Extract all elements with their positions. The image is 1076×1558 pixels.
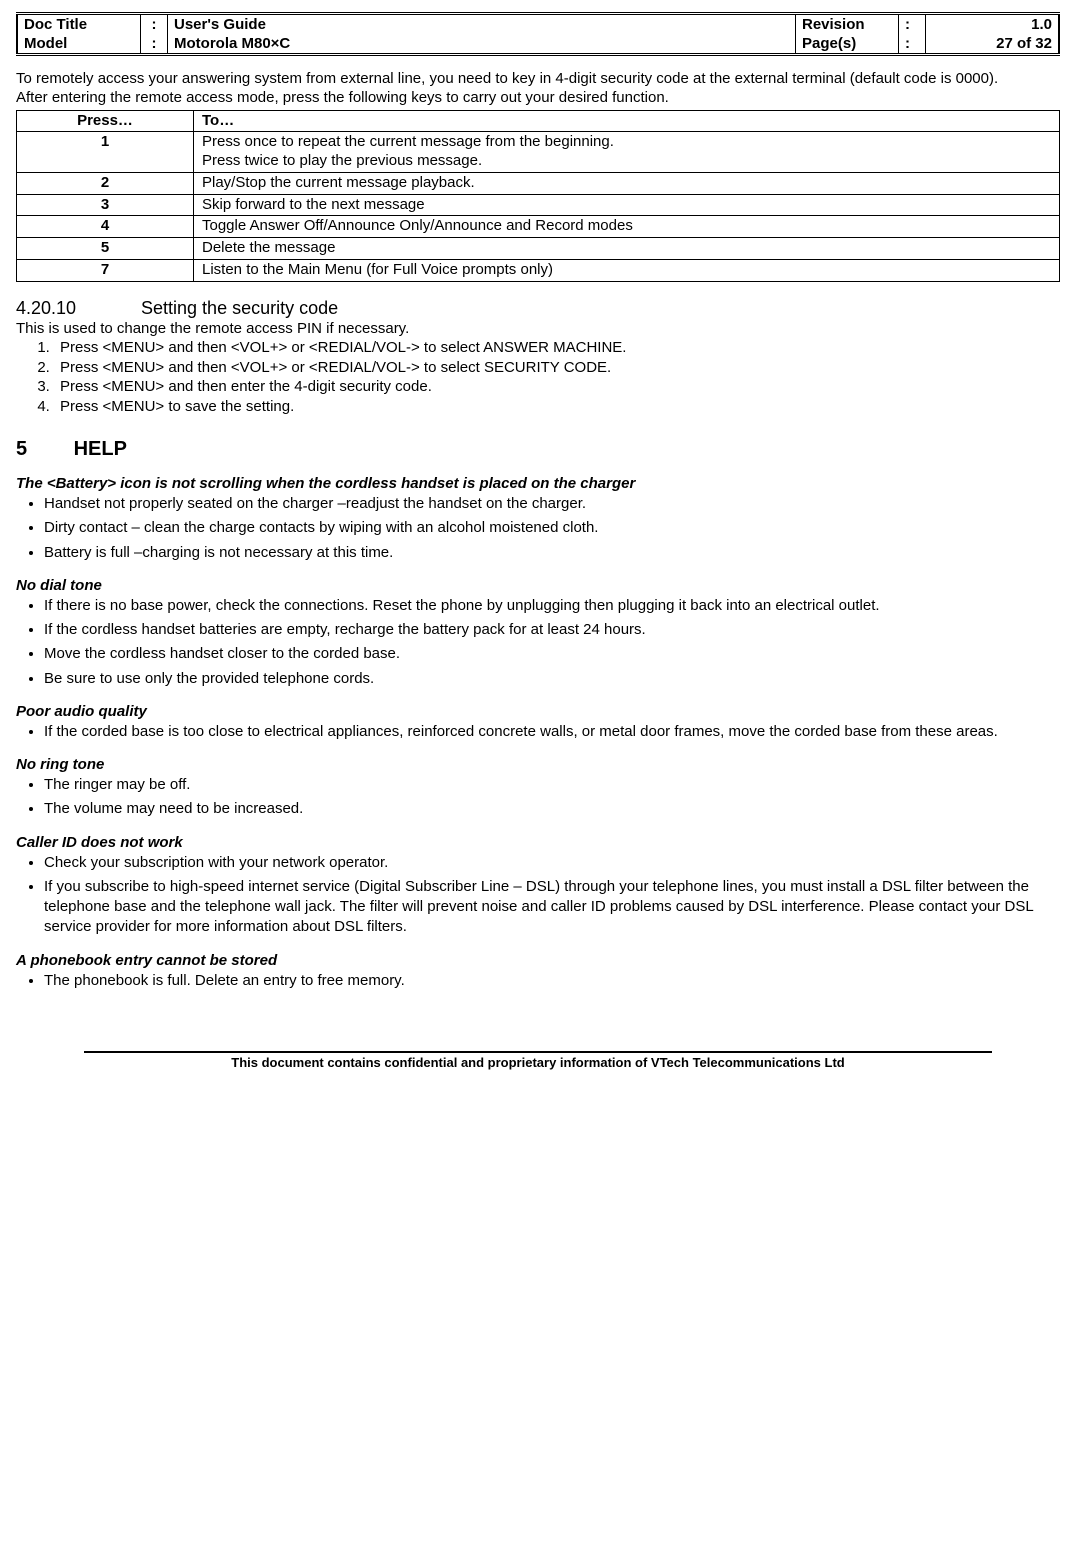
- press-action: Press once to repeat the current message…: [194, 132, 1060, 173]
- table-row: 1Press once to repeat the current messag…: [17, 132, 1060, 173]
- section-heading-42010: 4.20.10 Setting the security code: [16, 298, 1060, 319]
- document-header-table: Doc Title : User's Guide Revision : 1.0 …: [16, 12, 1060, 56]
- table-row: 5Delete the message: [17, 238, 1060, 260]
- press-key: 5: [17, 238, 194, 260]
- issue-bullets: If there is no base power, check the con…: [32, 596, 1060, 689]
- section-title: Setting the security code: [141, 298, 338, 318]
- help-title: HELP: [74, 438, 127, 460]
- bullet-item: Check your subscription with your networ…: [44, 853, 1060, 873]
- bullet-item: If you subscribe to high-speed internet …: [44, 877, 1060, 938]
- doc-title-label: Doc Title: [17, 14, 141, 35]
- bullet-item: If the corded base is too close to elect…: [44, 722, 1060, 742]
- step-item: Press <MENU> and then <VOL+> or <REDIAL/…: [54, 338, 1060, 358]
- bullet-item: Dirty contact – clean the charge contact…: [44, 518, 1060, 538]
- press-key: 4: [17, 216, 194, 238]
- press-key: 3: [17, 194, 194, 216]
- issue-bullets: Handset not properly seated on the charg…: [32, 494, 1060, 563]
- bullet-item: The ringer may be off.: [44, 775, 1060, 795]
- intro-block: To remotely access your answering system…: [16, 70, 1060, 108]
- issue-title: A phonebook entry cannot be stored: [16, 952, 1060, 969]
- help-number: 5: [16, 438, 68, 461]
- bullet-item: The phonebook is full. Delete an entry t…: [44, 971, 1060, 991]
- table-row: 3Skip forward to the next message: [17, 194, 1060, 216]
- bullet-item: Move the cordless handset closer to the …: [44, 644, 1060, 664]
- colon: :: [141, 14, 168, 35]
- press-action: Play/Stop the current message playback.: [194, 172, 1060, 194]
- press-key: 7: [17, 259, 194, 281]
- step-item: Press <MENU> and then enter the 4-digit …: [54, 377, 1060, 397]
- pages-value: 27 of 32: [926, 34, 1060, 55]
- doc-title-value: User's Guide: [168, 14, 796, 35]
- revision-value: 1.0: [926, 14, 1060, 35]
- model-value: Motorola M80×C: [168, 34, 796, 55]
- section-number: 4.20.10: [16, 298, 136, 319]
- issue-title: Poor audio quality: [16, 703, 1060, 720]
- to-header: To…: [194, 110, 1060, 132]
- bullet-item: Handset not properly seated on the charg…: [44, 494, 1060, 514]
- model-label: Model: [17, 34, 141, 55]
- issue-bullets: The ringer may be off. The volume may nee…: [32, 775, 1060, 820]
- press-action: Delete the message: [194, 238, 1060, 260]
- colon: :: [141, 34, 168, 55]
- colon: :: [899, 34, 926, 55]
- intro-p2: After entering the remote access mode, p…: [16, 89, 1060, 108]
- intro-p1: To remotely access your answering system…: [16, 70, 1060, 89]
- table-row: 7Listen to the Main Menu (for Full Voice…: [17, 259, 1060, 281]
- bullet-item: Be sure to use only the provided telepho…: [44, 669, 1060, 689]
- revision-label: Revision: [796, 14, 899, 35]
- help-heading: 5 HELP: [16, 438, 1060, 461]
- table-row: 2Play/Stop the current message playback.: [17, 172, 1060, 194]
- issue-title: No dial tone: [16, 577, 1060, 594]
- section-intro: This is used to change the remote access…: [16, 319, 1060, 339]
- issue-bullets: Check your subscription with your networ…: [32, 853, 1060, 938]
- press-key-table: Press… To… 1Press once to repeat the cur…: [16, 110, 1060, 282]
- issues-container: The <Battery> icon is not scrolling when…: [16, 475, 1060, 991]
- table-row: 4Toggle Answer Off/Announce Only/Announc…: [17, 216, 1060, 238]
- issue-title: Caller ID does not work: [16, 834, 1060, 851]
- pages-label: Page(s): [796, 34, 899, 55]
- colon: :: [899, 14, 926, 35]
- issue-title: The <Battery> icon is not scrolling when…: [16, 475, 1060, 492]
- issue-title: No ring tone: [16, 756, 1060, 773]
- steps-list: Press <MENU> and then <VOL+> or <REDIAL/…: [16, 338, 1060, 416]
- press-key: 2: [17, 172, 194, 194]
- step-item: Press <MENU> and then <VOL+> or <REDIAL/…: [54, 358, 1060, 378]
- bullet-item: Battery is full –charging is not necessa…: [44, 543, 1060, 563]
- issue-bullets: The phonebook is full. Delete an entry t…: [32, 971, 1060, 991]
- bullet-item: The volume may need to be increased.: [44, 799, 1060, 819]
- step-item: Press <MENU> to save the setting.: [54, 397, 1060, 417]
- press-action: Skip forward to the next message: [194, 194, 1060, 216]
- press-key: 1: [17, 132, 194, 173]
- press-action: Toggle Answer Off/Announce Only/Announce…: [194, 216, 1060, 238]
- bullet-item: If the cordless handset batteries are em…: [44, 620, 1060, 640]
- issue-bullets: If the corded base is too close to elect…: [32, 722, 1060, 742]
- footer: This document contains confidential and …: [16, 1051, 1060, 1070]
- press-header: Press…: [17, 110, 194, 132]
- bullet-item: If there is no base power, check the con…: [44, 596, 1060, 616]
- footer-text: This document contains confidential and …: [16, 1055, 1060, 1070]
- press-action: Listen to the Main Menu (for Full Voice …: [194, 259, 1060, 281]
